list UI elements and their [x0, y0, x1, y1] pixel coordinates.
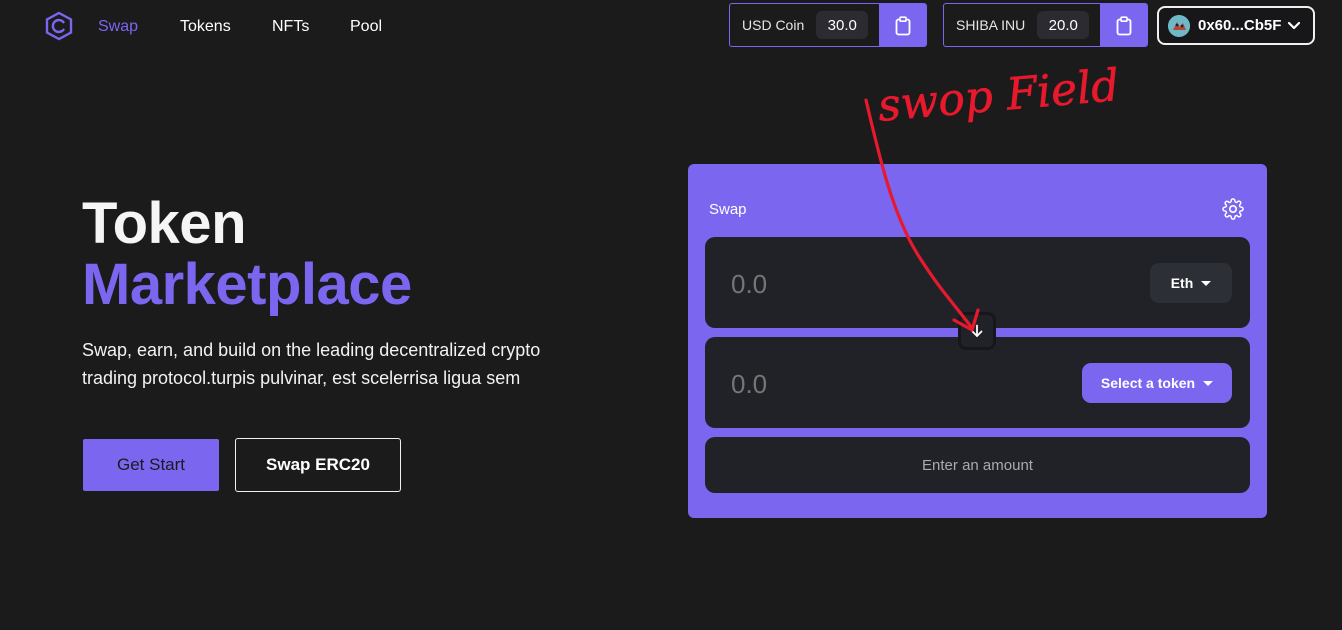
swap-to-field: Select a token [705, 337, 1250, 428]
caret-down-icon [1201, 280, 1212, 286]
copy-usd-coin-button[interactable] [879, 4, 926, 46]
to-token-selector[interactable]: Select a token [1082, 363, 1232, 403]
switch-tokens-button[interactable] [958, 312, 996, 350]
swap-card: Swap Eth Select a token Enter an amount [688, 164, 1267, 518]
from-amount-input[interactable] [731, 269, 1031, 300]
to-token-label: Select a token [1100, 375, 1196, 391]
balance-label: USD Coin [742, 17, 805, 33]
avatar [1168, 14, 1190, 37]
caret-down-icon [1203, 380, 1214, 386]
hero-title-line1: Token [82, 191, 247, 256]
nav-link-nfts[interactable]: NFTs [272, 18, 309, 36]
to-amount-input[interactable] [731, 369, 1031, 400]
balance-shiba-inu: SHIBA INU 20.0 [943, 3, 1148, 47]
annotation-text: swop Field [876, 60, 1121, 132]
get-start-button[interactable]: Get Start [83, 439, 219, 491]
swap-title: Swap [709, 201, 747, 218]
from-token-label: Eth [1170, 275, 1194, 291]
hero-title-line2: Marketplace [82, 252, 412, 317]
swap-erc20-button[interactable]: Swap ERC20 [235, 438, 401, 492]
balance-usd-coin: USD Coin 30.0 [729, 3, 927, 47]
clipboard-icon [895, 16, 910, 36]
account-address: 0x60...Cb5F [1198, 17, 1282, 34]
nav-link-tokens[interactable]: Tokens [180, 18, 231, 36]
hero-description: Swap, earn, and build on the leading dec… [82, 340, 541, 388]
balance-value: 20.0 [1037, 11, 1090, 39]
from-token-selector[interactable]: Eth [1150, 263, 1232, 303]
arrow-down-icon [971, 324, 983, 337]
nav-link-pool[interactable]: Pool [350, 18, 382, 36]
nav-link-swap[interactable]: Swap [98, 18, 138, 36]
logo-icon[interactable] [44, 11, 74, 41]
enter-amount-button[interactable]: Enter an amount [705, 437, 1250, 493]
account-button[interactable]: 0x60...Cb5F [1157, 6, 1315, 45]
gear-icon[interactable] [1222, 198, 1244, 220]
clipboard-icon [1116, 16, 1131, 36]
balance-value: 30.0 [816, 11, 869, 39]
chevron-down-icon [1288, 21, 1301, 29]
copy-shiba-inu-button[interactable] [1100, 4, 1147, 46]
balance-label: SHIBA INU [956, 17, 1026, 33]
